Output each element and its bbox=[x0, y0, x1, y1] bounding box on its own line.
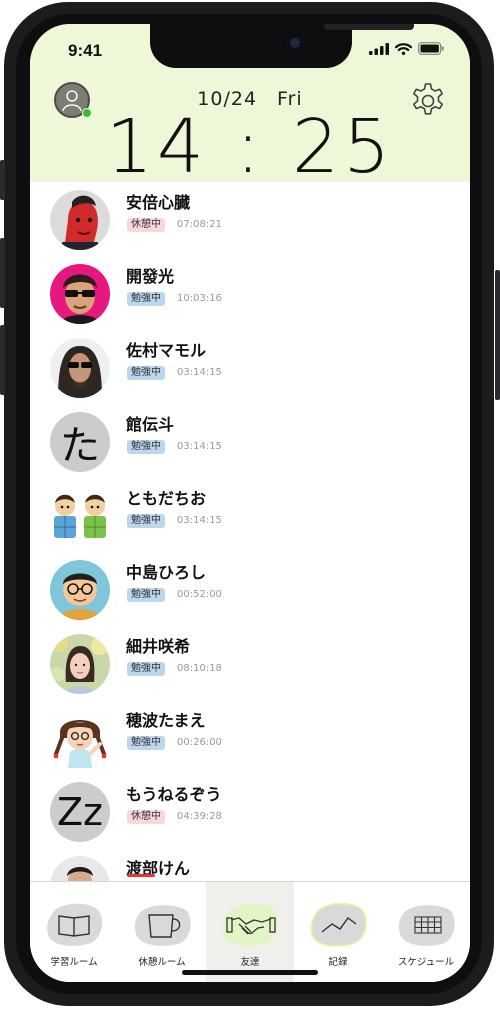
elapsed-time: 10:03:16 bbox=[177, 293, 222, 304]
book-icon bbox=[47, 903, 103, 946]
friend-avatar bbox=[50, 486, 110, 546]
screen: 9:41 10/24 Fri 14: 25 安倍心臓 休憩中 07:08:21… bbox=[30, 24, 470, 982]
friend-name: 館伝斗 bbox=[126, 415, 175, 434]
elapsed-time: 00:26:00 bbox=[177, 737, 222, 748]
friend-name: ともだちお bbox=[126, 489, 207, 508]
friend-avatar bbox=[50, 708, 110, 768]
status-badge bbox=[127, 874, 155, 877]
friend-name: 佐村マモル bbox=[126, 341, 207, 360]
friend-row[interactable]: 穂波たまえ 勉強中 00:26:00 bbox=[30, 700, 470, 774]
friend-row[interactable]: 佐村マモル 勉強中 03:14:15 bbox=[30, 330, 470, 404]
status-badge: 勉強中 bbox=[127, 514, 165, 528]
friend-avatar bbox=[50, 856, 110, 881]
elapsed-time: 08:10:18 bbox=[177, 663, 222, 674]
settings-gear-icon[interactable] bbox=[408, 81, 448, 121]
friend-name: 穂波たまえ bbox=[126, 711, 206, 730]
mute-switch bbox=[0, 160, 5, 200]
tab-schedule[interactable]: スケジュール bbox=[382, 882, 470, 982]
tab-study-room[interactable]: 学習ルーム bbox=[30, 882, 118, 982]
friend-row[interactable]: 細井咲希 勉強中 08:10:18 bbox=[30, 626, 470, 700]
tab-label: スケジュール bbox=[397, 957, 455, 968]
battery-icon bbox=[418, 42, 444, 55]
home-indicator[interactable] bbox=[182, 970, 318, 975]
friend-row[interactable]: 開發光 勉強中 10:03:16 bbox=[30, 256, 470, 330]
status-badge: 勉強中 bbox=[127, 588, 165, 602]
elapsed-time: 07:08:21 bbox=[177, 219, 222, 230]
status-badge: 休憩中 bbox=[127, 218, 165, 232]
front-camera bbox=[287, 35, 303, 51]
power-button bbox=[495, 270, 500, 400]
header: 9:41 10/24 Fri 14: 25 bbox=[30, 24, 470, 190]
elapsed-time: 04:39:28 bbox=[177, 811, 222, 822]
friend-avatar bbox=[50, 264, 110, 324]
tab-label: 友達 bbox=[240, 957, 260, 968]
status-badge: 勉強中 bbox=[127, 662, 165, 676]
friend-avatar: た bbox=[50, 412, 110, 472]
elapsed-time: 00:52:00 bbox=[177, 589, 222, 600]
friend-avatar: Zz bbox=[50, 782, 110, 842]
tab-label: 休憩ルーム bbox=[138, 957, 186, 968]
friend-list[interactable]: 安倍心臓 休憩中 07:08:21 開發光 勉強中 10:03:16 佐村マモル… bbox=[30, 182, 470, 881]
friend-name: 開發光 bbox=[126, 267, 175, 286]
wifi-icon bbox=[395, 42, 412, 55]
earpiece-speaker bbox=[324, 24, 414, 30]
elapsed-time: 03:14:15 bbox=[177, 515, 222, 526]
friend-name: 中島ひろし bbox=[126, 563, 207, 582]
status-badge: 勉強中 bbox=[127, 366, 165, 380]
tab-bar: 学習ルーム 休憩ルーム 友達 記録 スケジュール bbox=[30, 881, 470, 982]
friend-name: もうねるぞう bbox=[126, 785, 222, 804]
friend-row[interactable]: 安倍心臓 休憩中 07:08:21 bbox=[30, 182, 470, 256]
status-badge: 休憩中 bbox=[127, 810, 165, 824]
status-badge: 勉強中 bbox=[127, 736, 165, 750]
friend-name: 細井咲希 bbox=[126, 637, 191, 656]
elapsed-time: 03:14:15 bbox=[177, 367, 222, 378]
tab-friends[interactable]: 友達 bbox=[206, 882, 294, 982]
friend-row[interactable]: Zz もうねるぞう 休憩中 04:39:28 bbox=[30, 774, 470, 848]
chart-line-icon bbox=[310, 902, 367, 947]
cup-icon bbox=[134, 905, 191, 946]
friend-avatar bbox=[50, 560, 110, 620]
status-time: 9:41 bbox=[68, 41, 103, 60]
status-badge: 勉強中 bbox=[127, 292, 165, 306]
signal-icon bbox=[369, 42, 389, 55]
tab-label: 記録 bbox=[328, 957, 348, 968]
friend-row[interactable]: ともだちお 勉強中 03:14:15 bbox=[30, 478, 470, 552]
camera-notch bbox=[150, 24, 414, 68]
friend-row[interactable]: 中島ひろし 勉強中 00:52:00 bbox=[30, 552, 470, 626]
tab-records[interactable]: 記録 bbox=[294, 882, 382, 982]
friend-avatar bbox=[50, 338, 110, 398]
status-icons bbox=[369, 42, 444, 55]
status-badge: 勉強中 bbox=[127, 440, 165, 454]
tab-label: 学習ルーム bbox=[50, 957, 98, 968]
friend-row[interactable]: 渡部けん bbox=[30, 848, 470, 881]
calendar-grid-icon bbox=[398, 905, 455, 946]
volume-up-button bbox=[0, 238, 5, 308]
friend-avatar bbox=[50, 634, 110, 694]
friend-row[interactable]: た 館伝斗 勉強中 03:14:15 bbox=[30, 404, 470, 478]
volume-down-button bbox=[0, 325, 5, 395]
friend-name: 安倍心臓 bbox=[126, 193, 191, 212]
elapsed-time: 03:14:15 bbox=[177, 441, 222, 452]
handshake-icon bbox=[223, 903, 279, 946]
friend-avatar bbox=[50, 190, 110, 250]
current-time-clock: 14 : 25 bbox=[105, 104, 395, 190]
tab-break-room[interactable]: 休憩ルーム bbox=[118, 882, 206, 982]
